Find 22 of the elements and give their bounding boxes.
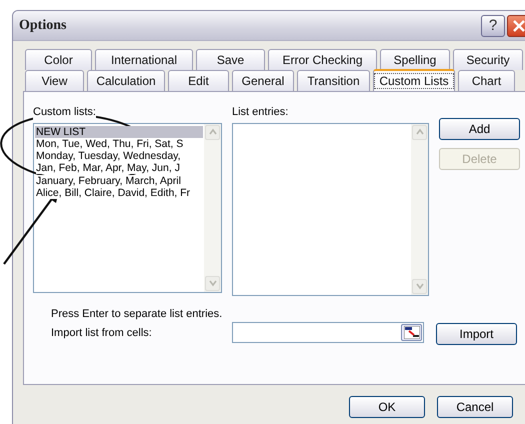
- tab[interactable]: General: [232, 70, 294, 91]
- tab[interactable]: Chart: [458, 70, 515, 91]
- hint-text: Press Enter to separate list entries.: [51, 306, 224, 322]
- tab[interactable]: View: [25, 70, 84, 91]
- tab[interactable]: Transition: [297, 70, 370, 91]
- tab[interactable]: Save: [196, 49, 265, 70]
- help-button[interactable]: ?: [481, 14, 505, 36]
- ok-button[interactable]: OK: [349, 396, 425, 418]
- tab[interactable]: International: [95, 49, 193, 70]
- tab[interactable]: Error Checking: [268, 49, 377, 70]
- tab[interactable]: Spelling: [380, 49, 450, 70]
- tab[interactable]: Custom Lists: [373, 69, 455, 91]
- import-button[interactable]: Import: [436, 323, 517, 345]
- window-title: Options: [19, 17, 66, 35]
- tab[interactable]: Security: [453, 49, 523, 70]
- list-entries-label: List entries:: [232, 105, 290, 120]
- import-label: Import list from cells:: [51, 326, 153, 341]
- tab[interactable]: Edit: [168, 70, 229, 91]
- tab[interactable]: Calculation: [87, 70, 165, 91]
- tab[interactable]: Color: [25, 49, 92, 70]
- cancel-button[interactable]: Cancel: [437, 396, 513, 418]
- add-button[interactable]: Add: [439, 118, 520, 140]
